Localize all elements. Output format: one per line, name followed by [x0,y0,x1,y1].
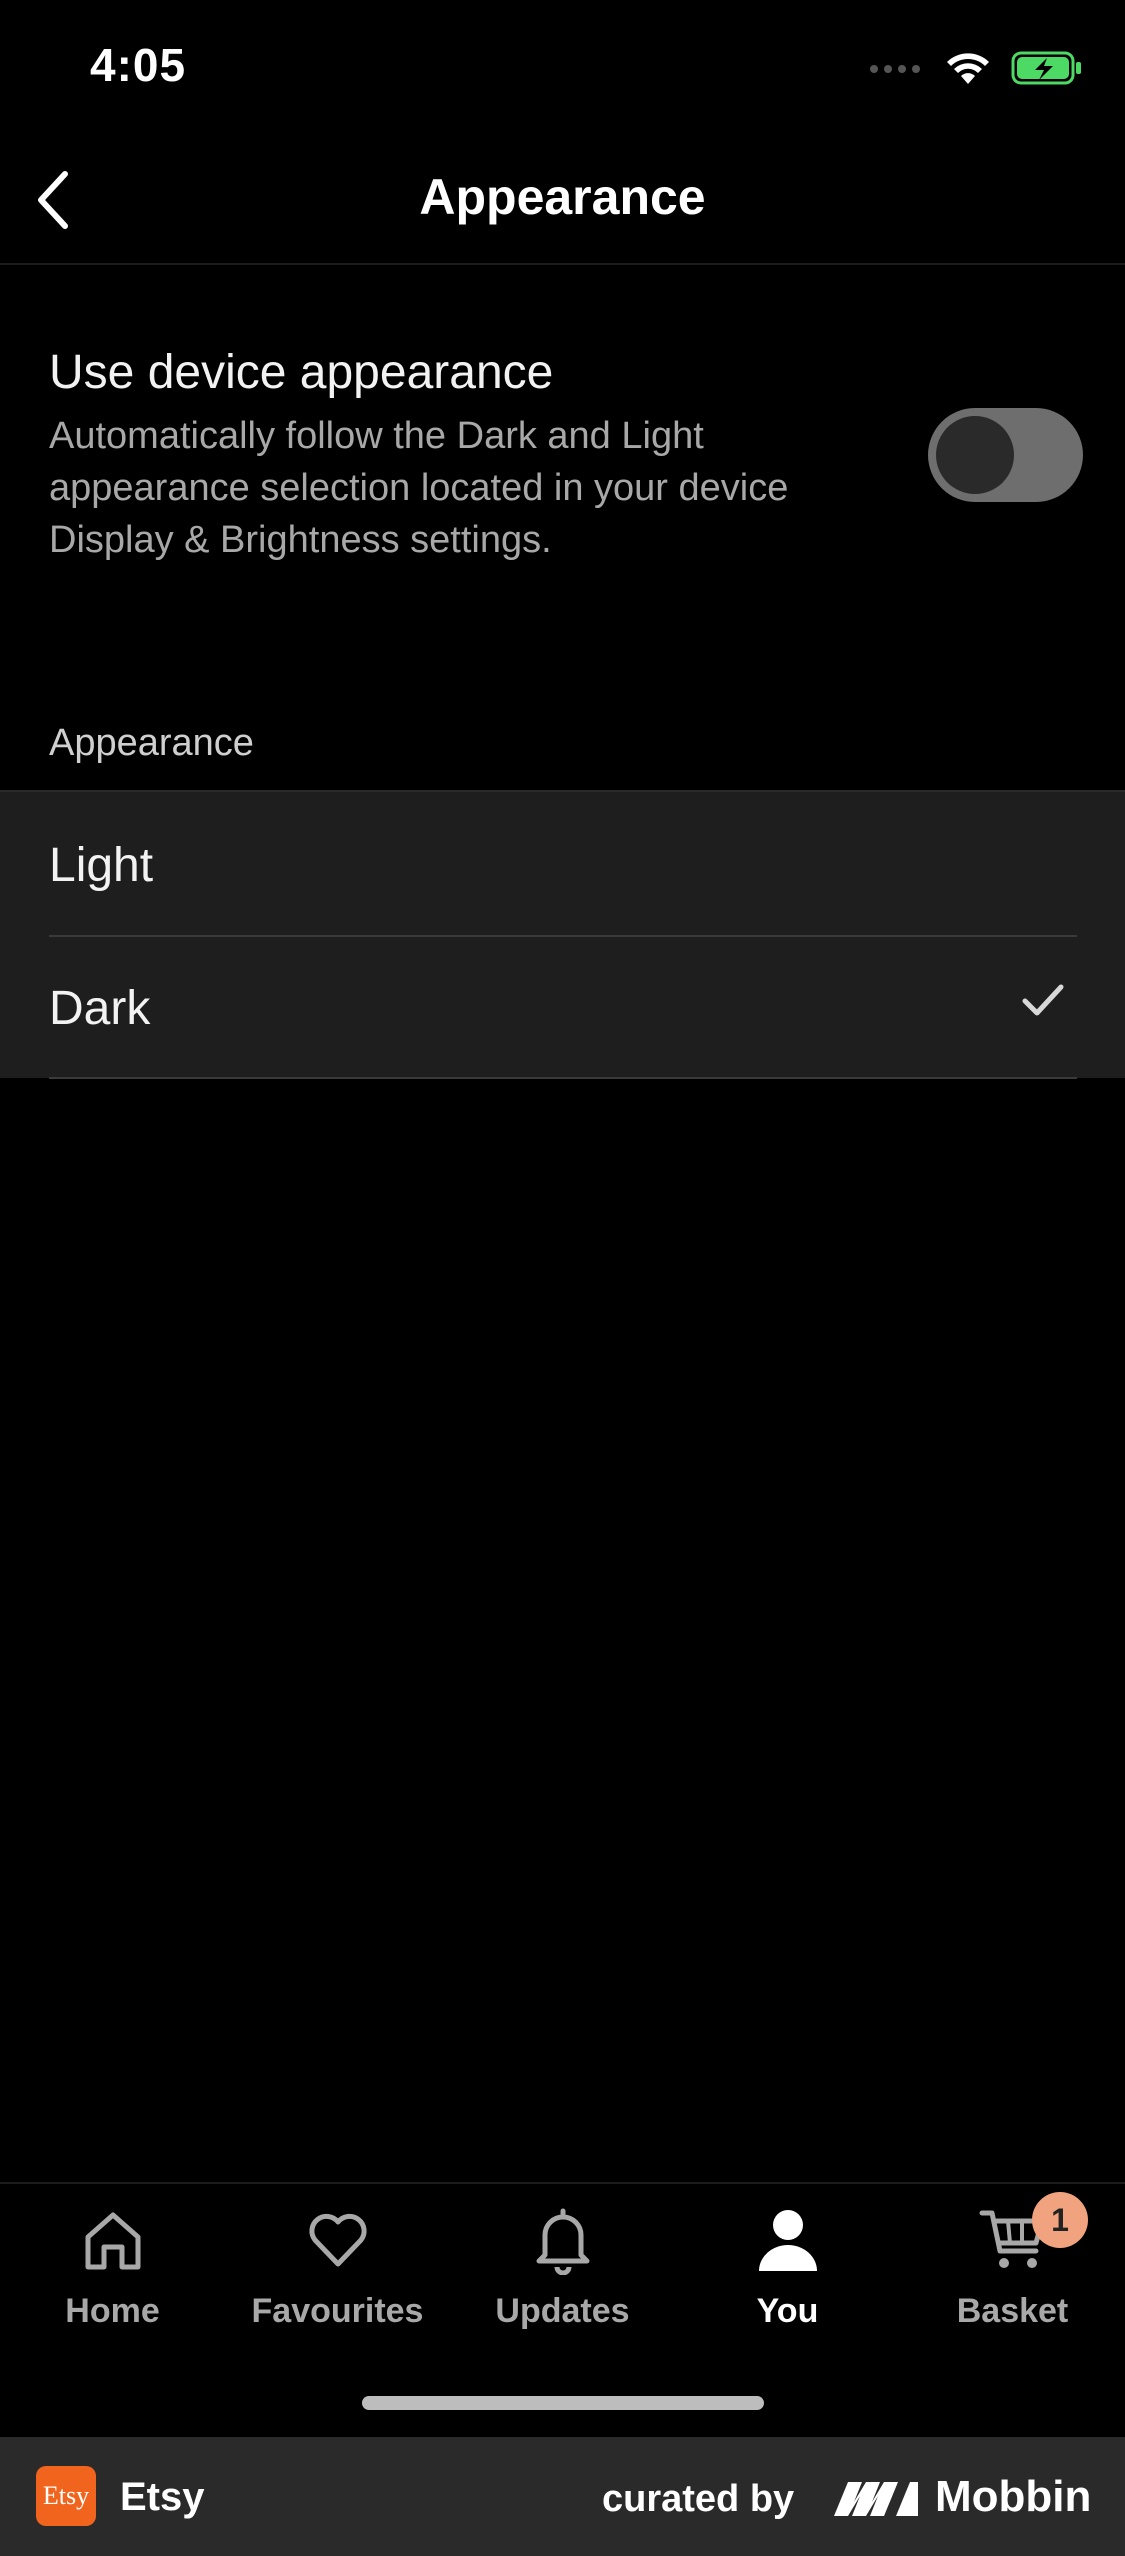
app-name: Etsy [120,2475,205,2519]
tab-home[interactable]: Home [0,2200,225,2350]
tab-updates[interactable]: Updates [450,2200,675,2350]
tab-you[interactable]: You [675,2200,900,2350]
tab-label: Basket [956,2292,1069,2330]
option-label: Light [49,839,154,892]
wifi-icon [947,53,989,84]
toggle-knob [936,416,1014,494]
option-label: Dark [49,982,151,1035]
home-icon [85,2212,140,2270]
heart-icon [308,2213,367,2267]
brand-name: Mobbin [935,2472,1092,2521]
nav-divider [0,263,1125,265]
status-icons [869,50,1083,86]
tab-label: Favourites [251,2292,424,2330]
bell-icon [536,2208,589,2275]
tab-label: You [756,2292,819,2330]
tab-basket[interactable]: Basket [900,2200,1125,2350]
basket-count-badge: 1 [1032,2192,1088,2248]
device-appearance-description: Automatically follow the Dark and Light … [49,415,789,561]
mobbin-logo-icon [834,2482,918,2516]
device-appearance-title: Use device appearance [49,346,554,399]
tab-favourites[interactable]: Favourites [225,2200,450,2350]
cellular-signal-icon [870,65,920,73]
tab-label: Updates [495,2292,630,2330]
battery-charging-icon [1011,51,1081,85]
device-appearance-toggle[interactable] [928,408,1083,502]
page-title: Appearance [419,169,706,225]
status-time: 4:05 [90,39,187,91]
section-header: Appearance [49,722,254,764]
home-indicator [362,2396,764,2410]
row-divider [49,1077,1077,1079]
checkmark-icon [1022,984,1064,1016]
person-icon [758,2210,817,2271]
etsy-logo-icon: Etsy [36,2466,96,2526]
tab-label: Home [65,2292,160,2330]
option-dark[interactable]: Dark [0,937,1125,1079]
tab-bar-divider [0,2182,1125,2184]
curated-by-label: curated by [602,2478,795,2520]
option-light[interactable]: Light [0,794,1125,936]
